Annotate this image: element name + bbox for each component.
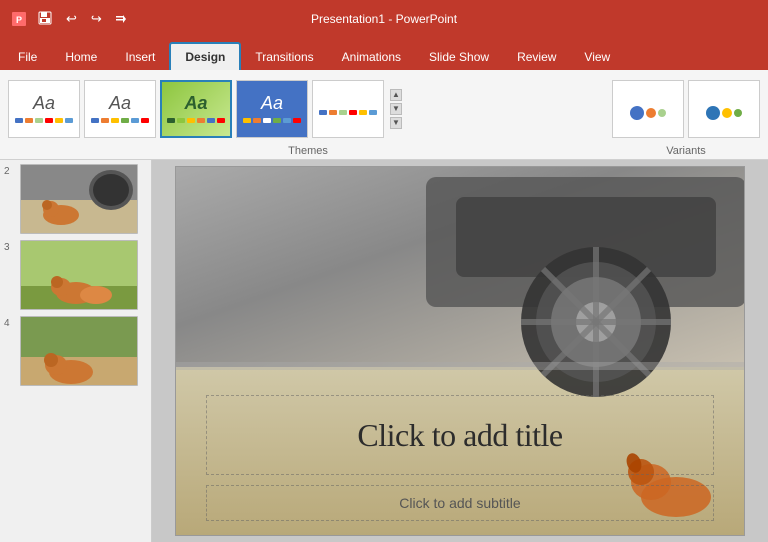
- slide-title-box[interactable]: Click to add title: [206, 395, 714, 475]
- slide-thumbnail-2[interactable]: [20, 164, 138, 234]
- themes-label: Themes: [8, 143, 608, 159]
- slide-canvas[interactable]: Click to add title Click to add subtitle: [175, 166, 745, 536]
- slide-title-text[interactable]: Click to add title: [357, 417, 562, 454]
- slide-panel: 2 3: [0, 160, 152, 542]
- ribbon-tabs: File Home Insert Design Transitions Anim…: [0, 38, 768, 70]
- theme-4-label: Aa: [261, 93, 283, 114]
- theme-scroll-more[interactable]: ▼: [390, 117, 402, 129]
- variants-section: Variants: [612, 74, 760, 159]
- slide-num-2: 2: [4, 164, 16, 177]
- theme-5-dots: [319, 110, 377, 116]
- theme-scroll: ▲ ▼ ▼: [388, 89, 402, 129]
- slide-thumb-3[interactable]: 3: [4, 240, 147, 310]
- tab-animations[interactable]: Animations: [328, 44, 415, 70]
- variants-grid: [612, 74, 760, 143]
- variant-2-dots: [706, 106, 742, 112]
- theme-1[interactable]: Aa: [8, 80, 80, 138]
- tab-slideshow[interactable]: Slide Show: [415, 44, 503, 70]
- svg-text:P: P: [16, 15, 22, 25]
- theme-2-dots: [91, 118, 149, 124]
- customize-quick-access-icon[interactable]: [112, 10, 130, 29]
- title-bar: P ↩ ↪ Presentation1 - PowerPoint: [0, 0, 768, 38]
- slide-thumbnail-4[interactable]: [20, 316, 138, 386]
- window-title: Presentation1 - PowerPoint: [311, 12, 457, 26]
- variant-1[interactable]: [612, 80, 684, 138]
- theme-3-label: Aa: [184, 93, 207, 114]
- theme-scroll-down[interactable]: ▼: [390, 103, 402, 115]
- tab-review[interactable]: Review: [503, 44, 570, 70]
- redo-icon[interactable]: ↪: [87, 9, 106, 29]
- tab-design[interactable]: Design: [169, 42, 241, 70]
- theme-scroll-up[interactable]: ▲: [390, 89, 402, 101]
- slide-subtitle-box[interactable]: Click to add subtitle: [206, 485, 714, 521]
- theme-5[interactable]: [312, 80, 384, 138]
- tab-insert[interactable]: Insert: [111, 44, 169, 70]
- ribbon-content: Aa Aa: [0, 70, 768, 160]
- undo-icon[interactable]: ↩: [62, 9, 81, 29]
- tab-view[interactable]: View: [570, 44, 624, 70]
- slide-thumb-2[interactable]: 2: [4, 164, 147, 234]
- slide-thumbnail-3[interactable]: [20, 240, 138, 310]
- canvas-area[interactable]: Click to add title Click to add subtitle: [152, 160, 768, 542]
- theme-1-label: Aa: [33, 93, 55, 114]
- tab-file[interactable]: File: [4, 44, 51, 70]
- theme-4[interactable]: Aa: [236, 80, 308, 138]
- slide-subtitle-text[interactable]: Click to add subtitle: [399, 495, 520, 511]
- slide-num-3: 3: [4, 240, 16, 253]
- title-bar-left: P ↩ ↪: [10, 9, 130, 30]
- slide-num-4: 4: [4, 316, 16, 329]
- slide-thumb-4[interactable]: 4: [4, 316, 147, 386]
- tab-transitions[interactable]: Transitions: [241, 44, 327, 70]
- theme-4-dots: [243, 118, 301, 124]
- variant-2[interactable]: [688, 80, 760, 138]
- main-area: 2 3: [0, 160, 768, 542]
- theme-1-dots: [15, 118, 73, 124]
- variant-1-dots: [630, 106, 666, 112]
- tab-home[interactable]: Home: [51, 44, 111, 70]
- themes-grid: Aa Aa: [8, 74, 608, 143]
- variants-label: Variants: [612, 143, 760, 159]
- theme-2-label: Aa: [109, 93, 131, 114]
- theme-3-dots: [167, 118, 225, 124]
- save-quick-icon[interactable]: [34, 9, 56, 30]
- themes-section: Aa Aa: [8, 74, 608, 159]
- theme-3[interactable]: Aa: [160, 80, 232, 138]
- theme-2[interactable]: Aa: [84, 80, 156, 138]
- app-icon: P: [10, 10, 28, 28]
